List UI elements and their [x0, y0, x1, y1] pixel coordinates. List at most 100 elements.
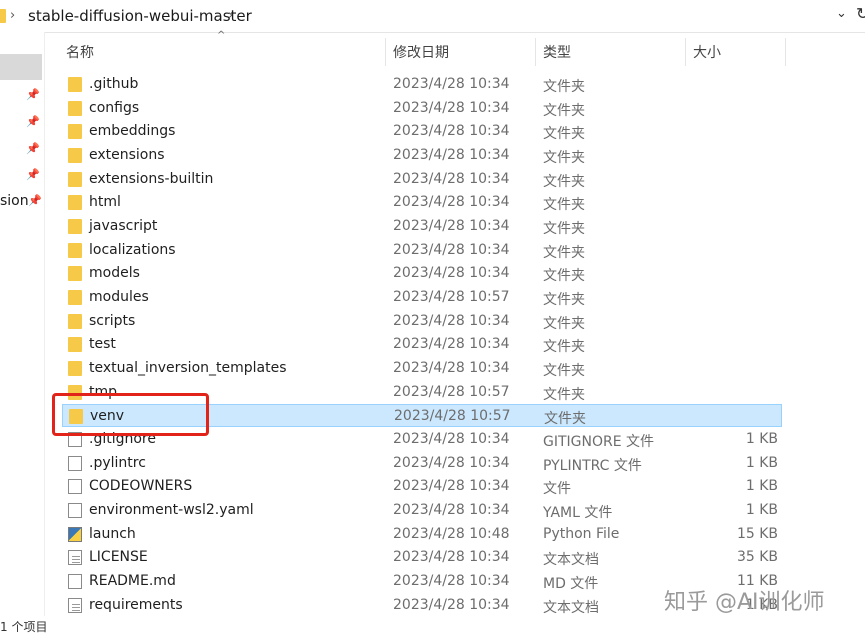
file-type: 文件夹 — [543, 268, 585, 284]
list-item[interactable]: .pylintrc 2023/4/28 10:34 PYLINTRC 文件 1 … — [62, 452, 782, 475]
file-modified: 2023/4/28 10:34 — [393, 147, 510, 163]
list-item[interactable]: localizations 2023/4/28 10:34 文件夹 — [62, 239, 782, 262]
pin-icon[interactable]: 📌 — [26, 88, 40, 101]
list-item[interactable]: textual_inversion_templates 2023/4/28 10… — [62, 357, 782, 380]
list-item[interactable]: scripts 2023/4/28 10:34 文件夹 — [62, 310, 782, 333]
column-modified[interactable]: 修改日期 — [393, 42, 449, 62]
file-name: extensions — [89, 147, 165, 163]
file-name: configs — [89, 100, 140, 116]
file-type: PYLINTRC 文件 — [543, 458, 642, 474]
nav-item-selected[interactable] — [0, 54, 42, 80]
address-bar[interactable]: › stable-diffusion-webui-master › ⌄ ↻ — [0, 0, 865, 33]
chevron-down-icon[interactable]: ⌄ — [836, 6, 847, 21]
file-name: embeddings — [89, 123, 176, 139]
file-size: 1 KB — [745, 478, 778, 494]
nav-item-label[interactable]: sion — [0, 193, 29, 209]
file-modified: 2023/4/28 10:57 — [393, 384, 510, 400]
file-size: 1 KB — [745, 431, 778, 447]
file-modified: 2023/4/28 10:34 — [393, 76, 510, 92]
list-item[interactable]: test 2023/4/28 10:34 文件夹 — [62, 333, 782, 356]
file-name: textual_inversion_templates — [89, 360, 287, 376]
file-modified: 2023/4/28 10:48 — [393, 526, 510, 542]
column-name[interactable]: 名称 — [66, 42, 94, 62]
list-item[interactable]: extensions 2023/4/28 10:34 文件夹 — [62, 144, 782, 167]
file-name: CODEOWNERS — [89, 478, 193, 494]
folder-icon — [68, 195, 82, 210]
file-type: 文件夹 — [543, 174, 585, 190]
file-modified: 2023/4/28 10:34 — [393, 502, 510, 518]
list-item[interactable]: LICENSE 2023/4/28 10:34 文本文档 35 KB — [62, 546, 782, 569]
file-name: localizations — [89, 242, 176, 258]
file-modified: 2023/4/28 10:34 — [393, 478, 510, 494]
file-type: 文件夹 — [543, 126, 585, 142]
file-type: 文件夹 — [543, 363, 585, 379]
folder-icon — [68, 77, 82, 92]
file-modified: 2023/4/28 10:34 — [393, 123, 510, 139]
file-icon — [68, 503, 82, 518]
pin-icon[interactable]: 📌 — [26, 142, 40, 155]
file-modified: 2023/4/28 10:34 — [393, 242, 510, 258]
column-type[interactable]: 类型 — [543, 42, 571, 62]
file-name: javascript — [89, 218, 158, 234]
file-type: 文件夹 — [543, 387, 585, 403]
list-item[interactable]: javascript 2023/4/28 10:34 文件夹 — [62, 215, 782, 238]
file-modified: 2023/4/28 10:34 — [393, 218, 510, 234]
file-name: requirements — [89, 597, 183, 613]
chevron-right-icon[interactable]: › — [10, 8, 15, 23]
list-item[interactable]: html 2023/4/28 10:34 文件夹 — [62, 191, 782, 214]
file-name: launch — [89, 526, 136, 542]
file-type: YAML 文件 — [543, 505, 613, 521]
text-document-icon — [68, 598, 82, 613]
pin-icon[interactable]: 📌 — [26, 168, 40, 181]
file-name: .pylintrc — [89, 455, 146, 471]
file-modified: 2023/4/28 10:34 — [393, 100, 510, 116]
folder-icon — [68, 172, 82, 187]
column-separator[interactable] — [535, 38, 536, 66]
pin-icon[interactable]: 📌 — [26, 115, 40, 128]
file-name: README.md — [89, 573, 176, 589]
file-name: modules — [89, 289, 149, 305]
file-type: 文件夹 — [543, 79, 585, 95]
file-size: 1 KB — [745, 455, 778, 471]
column-header: ^ 名称 修改日期 类型 大小 — [45, 30, 865, 70]
navigation-pane: 📌 📌 📌 📌 sion 📌 — [0, 32, 44, 616]
list-item[interactable]: configs 2023/4/28 10:34 文件夹 — [62, 97, 782, 120]
file-icon — [68, 456, 82, 471]
folder-icon — [68, 290, 82, 305]
list-item[interactable]: environment-wsl2.yaml 2023/4/28 10:34 YA… — [62, 499, 782, 522]
file-modified: 2023/4/28 10:34 — [393, 573, 510, 589]
file-modified: 2023/4/28 10:34 — [393, 265, 510, 281]
column-separator[interactable] — [685, 38, 686, 66]
list-item[interactable]: extensions-builtin 2023/4/28 10:34 文件夹 — [62, 168, 782, 191]
list-item[interactable]: embeddings 2023/4/28 10:34 文件夹 — [62, 120, 782, 143]
file-type: 文本文档 — [543, 600, 599, 616]
text-document-icon — [68, 550, 82, 565]
breadcrumb[interactable]: stable-diffusion-webui-master — [28, 7, 252, 25]
file-modified: 2023/4/28 10:34 — [393, 431, 510, 447]
file-type: GITIGNORE 文件 — [543, 434, 655, 450]
folder-icon — [68, 219, 82, 234]
chevron-right-icon[interactable]: › — [228, 8, 233, 23]
file-name: models — [89, 265, 140, 281]
list-item[interactable]: models 2023/4/28 10:34 文件夹 — [62, 262, 782, 285]
file-type: 文件夹 — [543, 339, 585, 355]
file-icon — [68, 479, 82, 494]
list-item[interactable]: CODEOWNERS 2023/4/28 10:34 文件 1 KB — [62, 475, 782, 498]
list-item[interactable]: launch 2023/4/28 10:48 Python File 15 KB — [62, 523, 782, 546]
list-item[interactable]: .github 2023/4/28 10:34 文件夹 — [62, 73, 782, 96]
file-type: 文件夹 — [543, 245, 585, 261]
file-type: Python File — [543, 526, 620, 542]
folder-icon — [0, 9, 6, 23]
list-item[interactable]: modules 2023/4/28 10:57 文件夹 — [62, 286, 782, 309]
column-size[interactable]: 大小 — [693, 42, 721, 62]
column-separator[interactable] — [785, 38, 786, 66]
file-name: html — [89, 194, 121, 210]
annotation-highlight-box — [52, 393, 209, 436]
pane-divider[interactable] — [44, 32, 45, 616]
folder-icon — [68, 266, 82, 281]
file-type: 文本文档 — [543, 552, 599, 568]
file-modified: 2023/4/28 10:57 — [393, 289, 510, 305]
pin-icon[interactable]: 📌 — [28, 194, 42, 207]
refresh-icon[interactable]: ↻ — [856, 4, 865, 23]
column-separator[interactable] — [385, 38, 386, 66]
